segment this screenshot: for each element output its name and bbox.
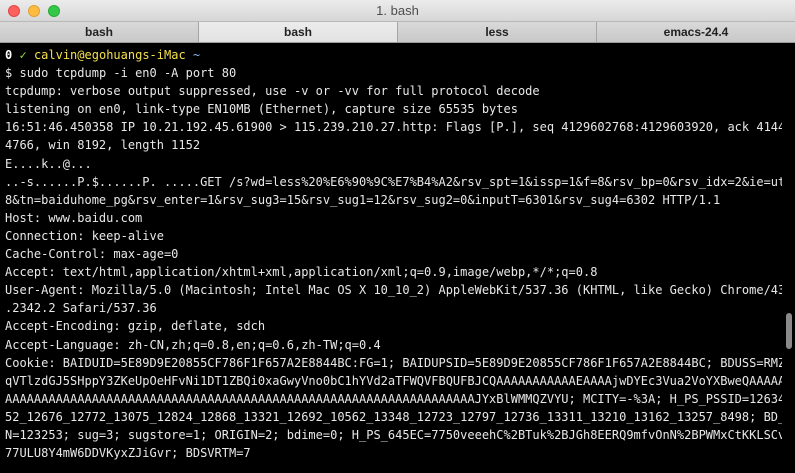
output-line: Cookie: BAIDUID=5E89D9E20855CF786F1F657A…: [5, 355, 782, 370]
output-line: qVTlzdGJ5SHppY3ZKeUpOeHFvNi1DT1ZBQi0xaGw…: [5, 373, 782, 388]
output-line: Accept-Encoding: gzip, deflate, sdch: [5, 319, 266, 334]
command-text: sudo tcpdump -i en0 -A port 80: [19, 66, 237, 81]
output-line: tcpdump: verbose output suppressed, use …: [5, 84, 540, 99]
output-line: Accept: text/html,application/xhtml+xml,…: [5, 265, 598, 280]
output-line: 8&tn=baiduhome_pg&rsv_enter=1&rsv_sug3=1…: [5, 192, 721, 207]
output-line: .2342.2 Safari/537.36: [5, 301, 157, 316]
exit-code: 0: [5, 48, 13, 62]
prompt-host: egohuangs-iMac: [84, 48, 186, 62]
prompt-user: calvin: [33, 48, 78, 62]
output-line: ..-s......P.$......P. .....GET /s?wd=les…: [5, 174, 782, 189]
output-line: Accept-Language: zh-CN,zh;q=0.8,en;q=0.6…: [5, 337, 381, 352]
output-line: 16:51:46.450358 IP 10.21.192.45.61900 > …: [5, 120, 782, 135]
output-line: E....k..@...: [5, 156, 92, 171]
output-line: listening on en0, link-type EN10MB (Ethe…: [5, 102, 518, 117]
prompt-line: 0 ✓ calvin@egohuangs-iMac ~: [5, 46, 782, 64]
prompt-cwd: ~: [192, 48, 201, 62]
output-line: 77ULU8Y4mW6DDVKyxZJiGvr; BDSVRTM=7: [5, 446, 251, 461]
tab-less[interactable]: less: [397, 22, 596, 42]
output-line: User-Agent: Mozilla/5.0 (Macintosh; Inte…: [5, 283, 782, 298]
output-line: Cache-Control: max-age=0: [5, 247, 179, 262]
output-line: N=123253; sug=3; sugstore=1; ORIGIN=2; b…: [5, 427, 782, 442]
tab-bash-2[interactable]: bash: [198, 22, 397, 42]
output-line: 52_12676_12772_13075_12824_12868_13321_1…: [5, 409, 782, 424]
title-bar[interactable]: 1. bash: [0, 0, 795, 22]
check-icon: ✓: [19, 48, 27, 62]
scrollbar-thumb[interactable]: [786, 313, 792, 349]
window-title: 1. bash: [376, 3, 419, 18]
output-line: AAAAAAAAAAAAAAAAAAAAAAAAAAAAAAAAAAAAAAAA…: [5, 391, 782, 406]
command-line: $ sudo tcpdump -i en0 -A port 80: [5, 64, 782, 82]
vertical-scrollbar[interactable]: [782, 43, 795, 473]
tab-bash-1[interactable]: bash: [0, 22, 198, 42]
output-line: Connection: keep-alive: [5, 228, 164, 243]
terminal-output[interactable]: 0 ✓ calvin@egohuangs-iMac ~ $ sudo tcpdu…: [0, 43, 782, 473]
tab-emacs[interactable]: emacs-24.4: [596, 22, 795, 42]
output-line: Host: www.baidu.com: [5, 210, 143, 225]
output-line: 4766, win 8192, length 1152: [5, 138, 201, 153]
terminal-window: 1. bash bash bash less emacs-24.4 0 ✓ ca…: [0, 0, 795, 473]
prompt-at: @: [77, 48, 85, 62]
prompt-dollar: $: [5, 66, 13, 81]
tab-bar: bash bash less emacs-24.4: [0, 22, 795, 43]
